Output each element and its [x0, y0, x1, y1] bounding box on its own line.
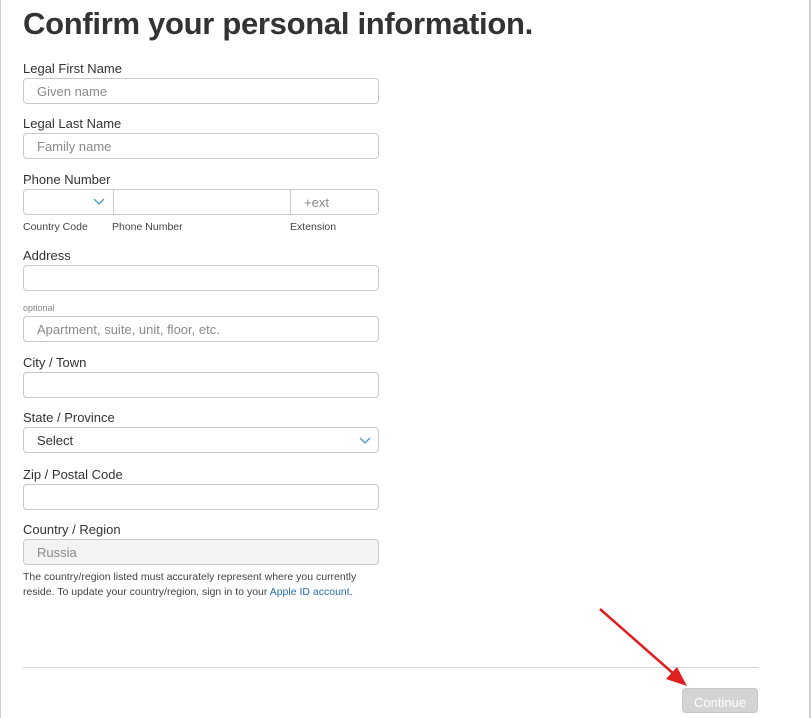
helper-suffix: .	[349, 586, 353, 598]
apple-id-account-link[interactable]: Apple ID account	[270, 586, 350, 598]
phone-number-sublabel: Phone Number	[112, 221, 183, 233]
state-selected-value: Select	[37, 433, 74, 448]
phone-number-field[interactable]	[114, 190, 291, 214]
country-input	[24, 540, 378, 564]
page-title: Confirm your personal information.	[23, 6, 533, 41]
arrow-shaft	[599, 608, 676, 676]
phone-number-group	[23, 189, 379, 215]
first-name-label: Legal First Name	[23, 61, 122, 76]
zip-field[interactable]	[23, 484, 379, 510]
address2-input[interactable]	[24, 317, 378, 341]
address-input[interactable]	[24, 266, 378, 290]
address2-optional-label: optional	[23, 303, 55, 313]
country-label: Country / Region	[23, 522, 121, 537]
country-field	[23, 539, 379, 565]
country-helper-text: The country/region listed must accuratel…	[23, 570, 383, 600]
address-field[interactable]	[23, 265, 379, 291]
zip-label: Zip / Postal Code	[23, 467, 123, 482]
chevron-down-icon	[93, 198, 105, 205]
footer-divider	[23, 667, 758, 668]
phone-number-input[interactable]	[114, 190, 290, 214]
city-input[interactable]	[24, 373, 378, 397]
arrow-head	[666, 667, 687, 686]
zip-input[interactable]	[24, 485, 378, 509]
city-label: City / Town	[23, 355, 87, 370]
last-name-label: Legal Last Name	[23, 116, 122, 131]
extension-field[interactable]	[291, 190, 378, 214]
first-name-field[interactable]	[23, 78, 379, 104]
continue-button[interactable]: Continue	[682, 688, 758, 713]
state-select[interactable]: Select	[23, 427, 379, 453]
address2-field[interactable]	[23, 316, 379, 342]
chevron-down-icon	[359, 437, 371, 444]
phone-label: Phone Number	[23, 172, 111, 187]
state-label: State / Province	[23, 410, 115, 425]
extension-sublabel: Extension	[290, 221, 337, 233]
last-name-field[interactable]	[23, 133, 379, 159]
last-name-input[interactable]	[24, 134, 378, 158]
address-label: Address	[23, 248, 71, 263]
annotation-arrow-icon	[599, 608, 687, 686]
first-name-input[interactable]	[24, 79, 378, 103]
window-left-border	[0, 0, 1, 718]
extension-input[interactable]	[291, 190, 378, 214]
country-code-sublabel: Country Code	[23, 221, 88, 233]
country-code-select[interactable]	[24, 190, 114, 214]
city-field[interactable]	[23, 372, 379, 398]
